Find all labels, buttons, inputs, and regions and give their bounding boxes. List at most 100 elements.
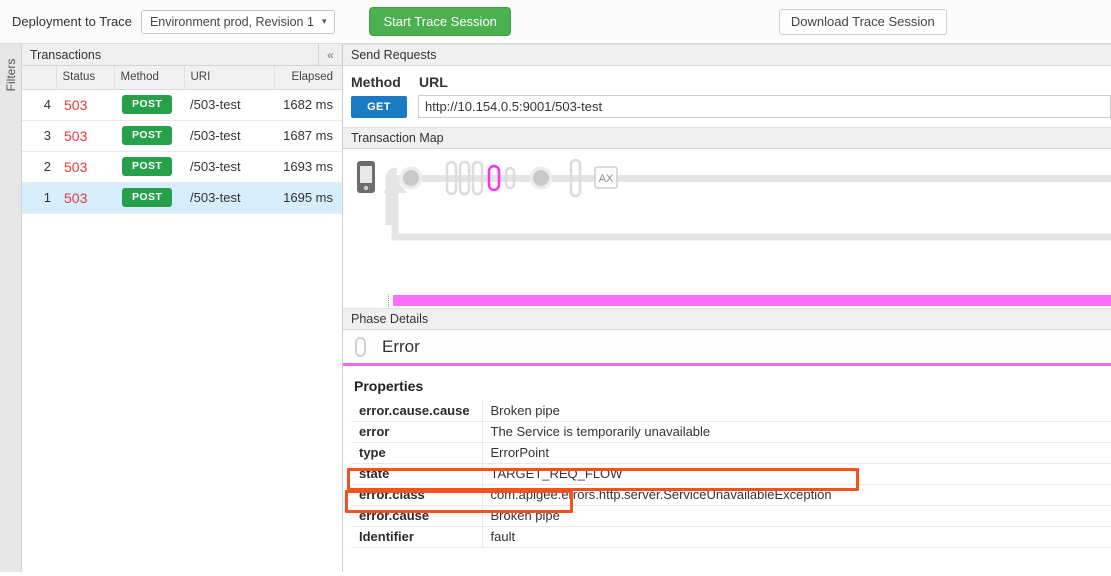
property-value: ErrorPoint [482,442,1111,464]
property-key: state [351,463,483,485]
property-row: error.cause Broken pipe [351,505,1111,527]
row-uri: /503-test [184,120,274,152]
row-status-code: 503 [56,89,114,121]
environment-revision-value: Environment prod, Revision 1 [149,14,314,29]
row-method-cell: POST [114,120,184,152]
phase-name: Error [382,336,420,356]
property-row: error.cause.cause Broken pipe [351,400,1111,422]
timeline-start-tick [388,294,391,307]
property-row: error The Service is temporarily unavaila… [351,421,1111,443]
table-row[interactable]: 4 503 POST/503-test 1682 ms [22,89,342,121]
send-requests-body: Method URL GET [343,66,1111,127]
method-label: Method [351,74,401,90]
row-uri: /503-test [184,151,274,183]
transaction-map-title: Transaction Map [351,131,444,145]
properties-section: Properties error.cause.cause Broken pipe e… [343,366,1111,548]
row-index: 4 [22,89,56,121]
environment-revision-select[interactable]: Environment prod, Revision 1 ▾ [140,9,336,34]
http-method-badge: POST [122,95,173,114]
property-value: Broken pipe [482,505,1111,527]
column-header-status[interactable]: Status [56,66,115,90]
transactions-title: Transactions [30,47,102,62]
collapse-panel-icon[interactable]: « [318,44,342,65]
row-elapsed: 1682 ms [274,89,342,121]
property-key: Identifier [351,526,483,548]
table-row[interactable]: 1 503 POST/503-test 1695 ms [22,182,342,214]
column-header-elapsed[interactable]: Elapsed [274,66,342,90]
transactions-table-head: Status Method URI Elapsed [22,66,342,90]
property-value: com.apigee.errors.http.server.ServiceUna… [482,484,1111,506]
request-row: GET [351,95,1111,118]
start-trace-session-button[interactable]: Start Trace Session [369,7,511,36]
phase-pill-icon [355,336,366,357]
property-key: error.class [351,484,483,506]
http-method-get-button[interactable]: GET [351,95,407,118]
chevron-down-icon: ▾ [321,16,327,26]
row-method-cell: POST [114,151,184,183]
table-row[interactable]: 3 503 POST/503-test 1687 ms [22,120,342,152]
row-uri: /503-test [184,182,274,214]
row-index: 2 [22,151,56,183]
row-elapsed: 1687 ms [274,120,342,152]
url-label: URL [419,74,448,90]
row-method-cell: POST [114,89,184,121]
request-url-input[interactable] [418,95,1111,118]
http-method-badge: POST [122,188,173,207]
property-key: error.cause [351,505,483,527]
table-row[interactable]: 2 503 POST/503-test 1693 ms [22,151,342,183]
filters-label: Filters [4,58,18,92]
row-index: 3 [22,120,56,152]
transactions-header-row: Status Method URI Elapsed [22,66,342,90]
mobile-device-icon [357,161,375,193]
transaction-timeline-bar[interactable] [393,295,1111,306]
column-header-index[interactable] [22,66,57,90]
row-uri: /503-test [184,89,274,121]
apigee-trace-window: Deployment to Trace Environment prod, Re… [0,0,1111,576]
property-value: The Service is temporarily unavailable [482,421,1111,443]
transactions-header: Transactions « [22,44,342,66]
deployment-to-trace-label: Deployment to Trace [12,14,132,29]
property-key: error [351,421,483,443]
properties-table-body: error.cause.cause Broken pipe error The Ser… [351,400,1111,548]
row-elapsed: 1695 ms [274,182,342,214]
row-method-cell: POST [114,182,184,214]
request-field-labels: Method URL [351,74,1111,90]
analytics-node-label: AX [599,173,614,185]
transaction-map-diagram[interactable]: AX [343,149,1111,308]
property-key: error.cause.cause [351,400,483,422]
transactions-table-body: 4 503 POST/503-test 1682 ms 3 503 POST/503-tes… [22,89,342,214]
send-requests-header: Send Requests [343,44,1111,66]
transaction-map-header: Transaction Map [343,127,1111,149]
column-header-uri[interactable]: URI [184,66,275,90]
phase-details-title: Phase Details [351,312,429,326]
row-status-code: 503 [56,151,114,183]
http-method-badge: POST [122,126,173,145]
download-trace-session-button[interactable]: Download Trace Session [778,8,947,35]
row-status-code: 503 [56,120,114,152]
http-method-badge: POST [122,157,173,176]
property-value: TARGET_REQ_FLOW [482,463,1111,485]
phase-header-row: Error [343,330,1111,366]
properties-table: error.cause.cause Broken pipe error The Ser… [351,400,1111,548]
row-status-code: 503 [56,182,114,214]
top-toolbar: Deployment to Trace Environment prod, Re… [0,0,1111,44]
filters-rail[interactable]: Filters [0,44,22,576]
send-requests-title: Send Requests [351,48,437,62]
bottom-edge [0,572,1111,576]
transactions-table: Status Method URI Elapsed 4 503 POST/503-t… [22,66,342,214]
right-pane: Send Requests Method URL GET Transaction… [343,44,1111,576]
row-index: 1 [22,182,56,214]
property-row: type ErrorPoint [351,442,1111,464]
property-row: Identifier fault [351,526,1111,548]
transaction-map-body[interactable]: AX [343,149,1111,308]
column-header-method[interactable]: Method [114,66,185,90]
property-value: fault [482,526,1111,548]
property-row: error.class com.apigee.errors.http.server… [351,484,1111,506]
phase-details-body: Error [343,330,1111,366]
property-key: type [351,442,483,464]
properties-title: Properties [354,378,424,394]
row-elapsed: 1693 ms [274,151,342,183]
transactions-panel: Transactions « Status Method URI Elapsed… [22,44,343,576]
property-value: Broken pipe [482,400,1111,422]
property-row: state TARGET_REQ_FLOW [351,463,1111,485]
